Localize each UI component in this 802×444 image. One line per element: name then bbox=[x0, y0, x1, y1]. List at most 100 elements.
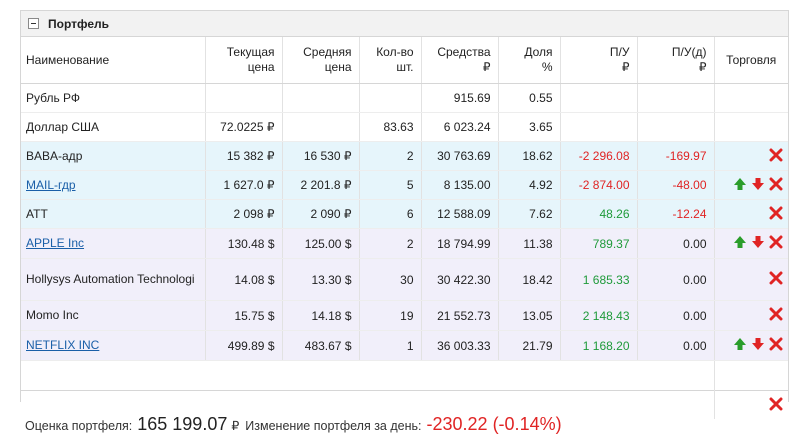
table-header-row: Наименование Текущая цена Средняя цена Кол… bbox=[21, 37, 788, 84]
cell-pl-day bbox=[637, 83, 715, 113]
daily-change-percent: (-0.14%) bbox=[492, 414, 562, 434]
panel-header: Портфель bbox=[21, 11, 788, 37]
close-icon[interactable] bbox=[769, 307, 783, 321]
portfolio-panel: Портфель Наименование Текущая цена Средня… bbox=[20, 10, 789, 419]
table-row: Рубль РФ 915.69 0.55 bbox=[21, 83, 788, 113]
cell-funds: 12 588.09 bbox=[421, 199, 499, 229]
cell-current-price: 15.75 $ bbox=[205, 300, 283, 331]
daily-change-label: Изменение портфеля за день: bbox=[245, 419, 422, 433]
close-icon[interactable] bbox=[769, 271, 783, 285]
empty-row bbox=[21, 360, 788, 391]
close-icon[interactable] bbox=[769, 177, 783, 191]
cell-pl: -2 874.00 bbox=[560, 170, 638, 200]
valuation-label: Оценка портфеля: bbox=[25, 419, 133, 433]
column-header-quantity: Кол-во шт. bbox=[359, 37, 422, 84]
cell-pl: 1 685.33 bbox=[560, 258, 638, 301]
cell-average-price: 13.30 $ bbox=[282, 258, 360, 301]
close-icon[interactable] bbox=[769, 235, 783, 249]
trade-cell bbox=[714, 330, 788, 361]
cell-funds: 6 023.24 bbox=[421, 112, 499, 142]
arrow-down-icon[interactable] bbox=[751, 337, 765, 351]
cell-current-price: 1 627.0 ₽ bbox=[205, 170, 283, 200]
cell-current-price: 14.08 $ bbox=[205, 258, 283, 301]
cell-average-price: 483.67 $ bbox=[282, 330, 360, 361]
trade-cell bbox=[714, 170, 788, 200]
cell-current-price: 15 382 ₽ bbox=[205, 141, 283, 171]
valuation-currency: ₽ bbox=[231, 419, 240, 433]
cell-quantity: 1 bbox=[359, 330, 422, 361]
cell-funds: 8 135.00 bbox=[421, 170, 499, 200]
cell-pl: 2 148.43 bbox=[560, 300, 638, 331]
cell-share: 13.05 bbox=[498, 300, 561, 331]
cell-name: BABA-адр bbox=[21, 141, 206, 171]
daily-change-value: -230.22 bbox=[426, 414, 488, 434]
cell-pl-day: 0.00 bbox=[637, 330, 715, 361]
cell-share: 0.55 bbox=[498, 83, 561, 113]
panel-title: Портфель bbox=[48, 16, 110, 31]
cell-share: 18.62 bbox=[498, 141, 561, 171]
close-icon[interactable] bbox=[769, 148, 783, 162]
cell-name: ATT bbox=[21, 199, 206, 229]
arrow-up-icon[interactable] bbox=[733, 235, 747, 249]
cell-pl: 789.37 bbox=[560, 228, 638, 259]
cell-pl bbox=[560, 83, 638, 113]
cell-quantity: 2 bbox=[359, 141, 422, 171]
cell-share: 3.65 bbox=[498, 112, 561, 142]
arrow-down-icon[interactable] bbox=[751, 177, 765, 191]
cell-name: Hollysys Automation Technologi bbox=[21, 258, 206, 301]
arrow-down-icon[interactable] bbox=[751, 235, 765, 249]
arrow-up-icon[interactable] bbox=[733, 337, 747, 351]
cell-pl-day: 0.00 bbox=[637, 300, 715, 331]
cell-quantity: 5 bbox=[359, 170, 422, 200]
cell-quantity: 19 bbox=[359, 300, 422, 331]
trade-cell bbox=[714, 83, 788, 113]
collapse-button[interactable] bbox=[28, 18, 39, 29]
cell-current-price: 2 098 ₽ bbox=[205, 199, 283, 229]
cell-pl: 1 168.20 bbox=[560, 330, 638, 361]
cell-current-price: 499.89 $ bbox=[205, 330, 283, 361]
instrument-link[interactable]: APPLE Inc bbox=[26, 236, 84, 250]
close-icon[interactable] bbox=[769, 397, 783, 411]
cell-funds: 30 422.30 bbox=[421, 258, 499, 301]
cell-share: 7.62 bbox=[498, 199, 561, 229]
instrument-link[interactable]: NETFLIX INC bbox=[26, 338, 99, 352]
cell-average-price: 16 530 ₽ bbox=[282, 141, 360, 171]
cell-name: Momo Inc bbox=[21, 300, 206, 331]
cell-pl-day: 0.00 bbox=[637, 228, 715, 259]
cell-share: 21.79 bbox=[498, 330, 561, 361]
cell-average-price: 2 090 ₽ bbox=[282, 199, 360, 229]
close-icon[interactable] bbox=[769, 337, 783, 351]
cell-pl-day: -48.00 bbox=[637, 170, 715, 200]
cell-share: 11.38 bbox=[498, 228, 561, 259]
cell-funds: 30 763.69 bbox=[421, 141, 499, 171]
cell-average-price bbox=[282, 83, 360, 113]
cell-share: 18.42 bbox=[498, 258, 561, 301]
cell-average-price: 2 201.8 ₽ bbox=[282, 170, 360, 200]
cell-name: MAIL-гдр bbox=[21, 170, 206, 200]
table-row: APPLE Inc 130.48 $125.00 $2 18 794.99 11.38… bbox=[21, 228, 788, 259]
table-row: BABA-адр 15 382 ₽16 530 ₽2 30 763.69 18.62-… bbox=[21, 141, 788, 171]
trade-cell bbox=[714, 228, 788, 259]
table-row: ATT 2 098 ₽2 090 ₽6 12 588.09 7.62 48.26 -12.… bbox=[21, 199, 788, 229]
trade-cell bbox=[714, 112, 788, 142]
cell-name: APPLE Inc bbox=[21, 228, 206, 259]
valuation-value: 165 199.07 bbox=[137, 414, 228, 434]
instrument-link[interactable]: MAIL-гдр bbox=[26, 178, 76, 192]
table-row: Доллар США 72.0225 ₽ 83.63 6 023.24 3.65 bbox=[21, 112, 788, 142]
cell-name: Доллар США bbox=[21, 112, 206, 142]
column-header-current-price: Текущая цена bbox=[205, 37, 283, 84]
cell-funds: 18 794.99 bbox=[421, 228, 499, 259]
cell-quantity: 6 bbox=[359, 199, 422, 229]
portfolio-table: Наименование Текущая цена Средняя цена Кол… bbox=[21, 37, 788, 419]
cell-current-price: 130.48 $ bbox=[205, 228, 283, 259]
cell-funds: 36 003.33 bbox=[421, 330, 499, 361]
arrow-up-icon[interactable] bbox=[733, 177, 747, 191]
cell-average-price: 14.18 $ bbox=[282, 300, 360, 331]
cell-pl-day bbox=[637, 112, 715, 142]
cell-name: Рубль РФ bbox=[21, 83, 206, 113]
cell-current-price bbox=[205, 83, 283, 113]
close-icon[interactable] bbox=[769, 206, 783, 220]
table-row: Hollysys Automation Technologi 14.08 $13.… bbox=[21, 258, 788, 301]
cell-share: 4.92 bbox=[498, 170, 561, 200]
cell-quantity: 2 bbox=[359, 228, 422, 259]
